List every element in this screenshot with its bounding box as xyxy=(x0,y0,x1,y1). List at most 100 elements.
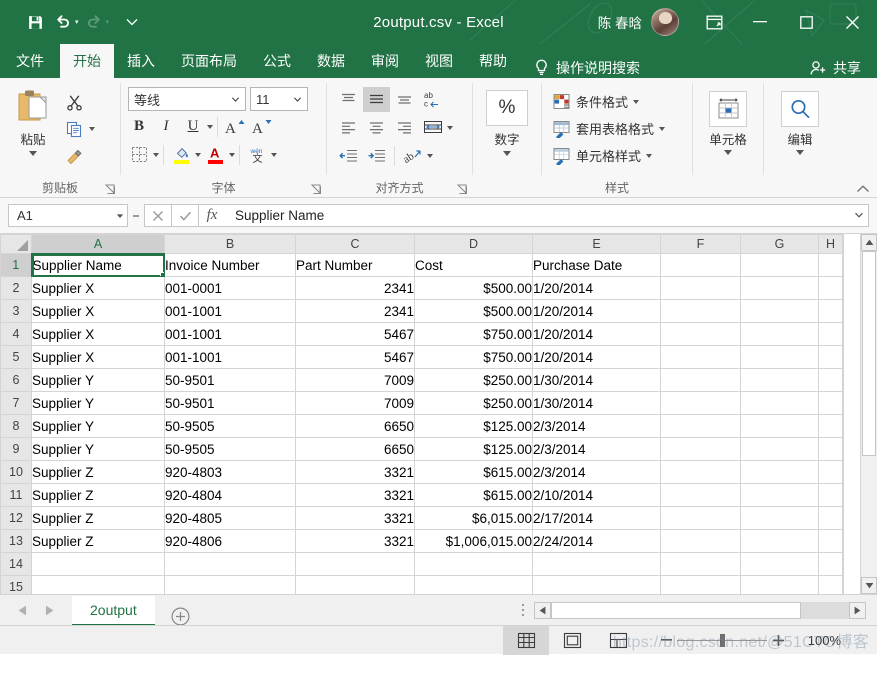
cell-E5[interactable]: 1/20/2014 xyxy=(532,345,661,369)
normal-view-icon[interactable] xyxy=(503,625,549,655)
zoom-slider[interactable] xyxy=(655,633,789,647)
cell-B11[interactable]: 920-4804 xyxy=(164,483,296,507)
cell-G7[interactable] xyxy=(740,391,819,415)
vertical-scrollbar[interactable] xyxy=(860,234,877,594)
tab-file[interactable]: 文件 xyxy=(0,44,60,78)
cell-F6[interactable] xyxy=(660,368,741,392)
cell-E15[interactable] xyxy=(532,575,661,594)
cell-D10[interactable]: $615.00 xyxy=(414,460,533,484)
cell-H2[interactable] xyxy=(818,276,843,300)
cell-A7[interactable]: Supplier Y xyxy=(31,391,165,415)
column-header-g[interactable]: G xyxy=(740,234,819,254)
fill-color-dropdown-icon[interactable] xyxy=(195,152,201,157)
cell-C12[interactable]: 3321 xyxy=(295,506,415,530)
column-header-f[interactable]: F xyxy=(660,234,741,254)
save-icon[interactable] xyxy=(22,9,48,35)
sheet-tab-grip[interactable] xyxy=(512,603,534,618)
cell-A1[interactable]: Supplier Name xyxy=(31,253,165,277)
cell-G15[interactable] xyxy=(740,575,819,594)
cell-A5[interactable]: Supplier X xyxy=(31,345,165,369)
phonetic-guide-button[interactable]: wén 文 xyxy=(244,142,270,167)
bold-button[interactable]: B xyxy=(126,114,152,139)
select-all-corner[interactable] xyxy=(0,234,32,254)
cell-B3[interactable]: 001-1001 xyxy=(164,299,296,323)
cell-C1[interactable]: Part Number xyxy=(295,253,415,277)
tab-formulas[interactable]: 公式 xyxy=(250,44,304,78)
cell-G1[interactable] xyxy=(740,253,819,277)
cell-B7[interactable]: 50-9501 xyxy=(164,391,296,415)
orientation-button[interactable]: ab xyxy=(399,143,426,168)
cell-G8[interactable] xyxy=(740,414,819,438)
cell-partial-3[interactable] xyxy=(842,299,844,323)
cell-B1[interactable]: Invoice Number xyxy=(164,253,296,277)
collapse-ribbon-icon[interactable] xyxy=(856,184,870,195)
column-header-a[interactable]: A xyxy=(31,234,165,255)
format-painter-button[interactable] xyxy=(61,144,87,168)
tab-page-layout[interactable]: 页面布局 xyxy=(168,44,250,78)
cell-H11[interactable] xyxy=(818,483,843,507)
align-middle-button[interactable] xyxy=(363,87,390,112)
column-header-c[interactable]: C xyxy=(295,234,415,254)
increase-indent-button[interactable] xyxy=(363,143,390,168)
cell-F9[interactable] xyxy=(660,437,741,461)
cell-D4[interactable]: $750.00 xyxy=(414,322,533,346)
cell-D14[interactable] xyxy=(414,552,533,576)
horizontal-scrollbar[interactable] xyxy=(534,601,877,619)
tell-me-search[interactable]: 操作说明搜索 xyxy=(534,58,640,78)
minimize-icon[interactable] xyxy=(737,0,783,44)
cell-D1[interactable]: Cost xyxy=(414,253,533,277)
cell-A4[interactable]: Supplier X xyxy=(31,322,165,346)
increase-font-size-button[interactable]: A xyxy=(222,114,248,139)
cell-E9[interactable]: 2/3/2014 xyxy=(532,437,661,461)
row-header-14[interactable]: 14 xyxy=(0,552,32,576)
cell-A6[interactable]: Supplier Y xyxy=(31,368,165,392)
cell-partial-4[interactable] xyxy=(842,322,844,346)
cell-C5[interactable]: 5467 xyxy=(295,345,415,369)
cut-button[interactable] xyxy=(61,90,87,114)
cell-A10[interactable]: Supplier Z xyxy=(31,460,165,484)
row-header-3[interactable]: 3 xyxy=(0,299,32,323)
wrap-text-button[interactable]: ab c xyxy=(419,87,446,112)
customize-qat-icon[interactable] xyxy=(119,9,145,35)
scroll-down-icon[interactable] xyxy=(861,577,877,594)
row-header-5[interactable]: 5 xyxy=(0,345,32,369)
row-header-13[interactable]: 13 xyxy=(0,529,32,553)
scroll-up-icon[interactable] xyxy=(861,234,877,251)
cell-C10[interactable]: 3321 xyxy=(295,460,415,484)
cell-B8[interactable]: 50-9505 xyxy=(164,414,296,438)
cell-B9[interactable]: 50-9505 xyxy=(164,437,296,461)
editing-button[interactable]: 编辑 xyxy=(768,84,832,198)
cell-H5[interactable] xyxy=(818,345,843,369)
row-header-7[interactable]: 7 xyxy=(0,391,32,415)
cell-E12[interactable]: 2/17/2014 xyxy=(532,506,661,530)
previous-sheet-icon[interactable] xyxy=(18,605,27,616)
font-color-dropdown-icon[interactable] xyxy=(229,152,235,157)
font-size-dropdown-icon[interactable] xyxy=(289,95,305,104)
cell-B6[interactable]: 50-9501 xyxy=(164,368,296,392)
cell-E8[interactable]: 2/3/2014 xyxy=(532,414,661,438)
row-header-15[interactable]: 15 xyxy=(0,575,32,594)
page-layout-view-icon[interactable] xyxy=(549,626,595,655)
formula-bar-expand-icon[interactable] xyxy=(854,208,864,223)
cell-C15[interactable] xyxy=(295,575,415,594)
cell-partial-10[interactable] xyxy=(842,460,844,484)
cell-A9[interactable]: Supplier Y xyxy=(31,437,165,461)
horizontal-scroll-track[interactable] xyxy=(551,601,849,619)
row-header-2[interactable]: 2 xyxy=(0,276,32,300)
user-name[interactable]: 陈 春晗 xyxy=(598,12,642,32)
cell-H7[interactable] xyxy=(818,391,843,415)
cell-G5[interactable] xyxy=(740,345,819,369)
font-color-button[interactable]: A xyxy=(202,142,228,167)
next-sheet-icon[interactable] xyxy=(45,605,54,616)
cell-partial-14[interactable] xyxy=(842,552,844,576)
cell-D13[interactable]: $1,006,015.00 xyxy=(414,529,533,553)
font-name-combo[interactable]: 等线 xyxy=(128,87,246,111)
cell-G11[interactable] xyxy=(740,483,819,507)
vertical-scroll-thumb[interactable] xyxy=(862,251,876,457)
cell-G4[interactable] xyxy=(740,322,819,346)
cell-A12[interactable]: Supplier Z xyxy=(31,506,165,530)
cell-F2[interactable] xyxy=(660,276,741,300)
cell-styles-button[interactable]: 单元格样式 xyxy=(553,143,665,168)
cell-F7[interactable] xyxy=(660,391,741,415)
maximize-icon[interactable] xyxy=(783,0,829,44)
